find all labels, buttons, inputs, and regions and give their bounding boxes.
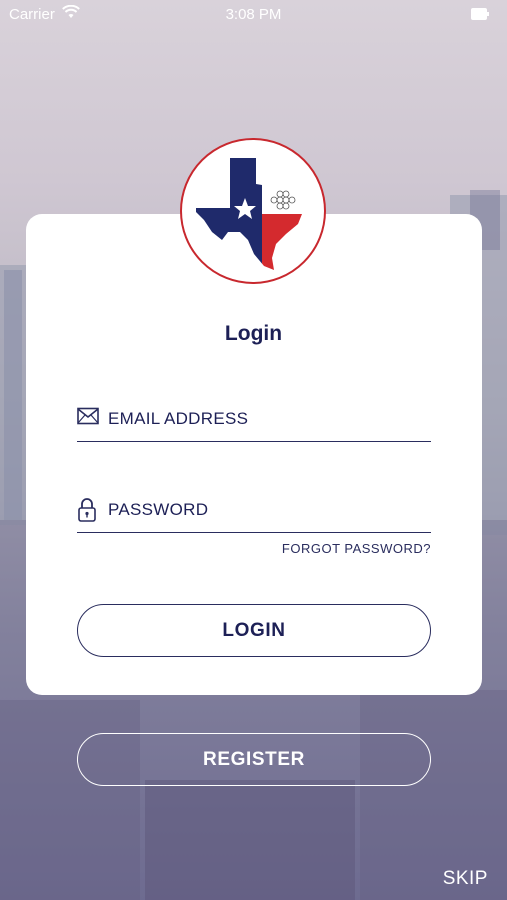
login-button[interactable]: LOGIN xyxy=(77,604,431,657)
lock-icon xyxy=(77,498,99,522)
page-title: Login xyxy=(224,322,283,345)
skip-button[interactable]: SKIP xyxy=(443,868,488,890)
status-bar: Carrier 3:08 PM xyxy=(0,0,507,28)
email-input[interactable] xyxy=(106,405,430,433)
mail-icon xyxy=(77,407,99,431)
email-field-row xyxy=(77,397,431,442)
password-input[interactable] xyxy=(106,496,430,524)
password-field-row xyxy=(77,488,431,533)
register-button[interactable]: REGISTER xyxy=(77,733,431,786)
battery-icon xyxy=(471,8,489,20)
clock: 3:08 PM xyxy=(225,6,282,23)
forgot-password-link[interactable]: FORGOT PASSWORD? xyxy=(282,541,431,556)
texas-logo xyxy=(180,138,326,284)
